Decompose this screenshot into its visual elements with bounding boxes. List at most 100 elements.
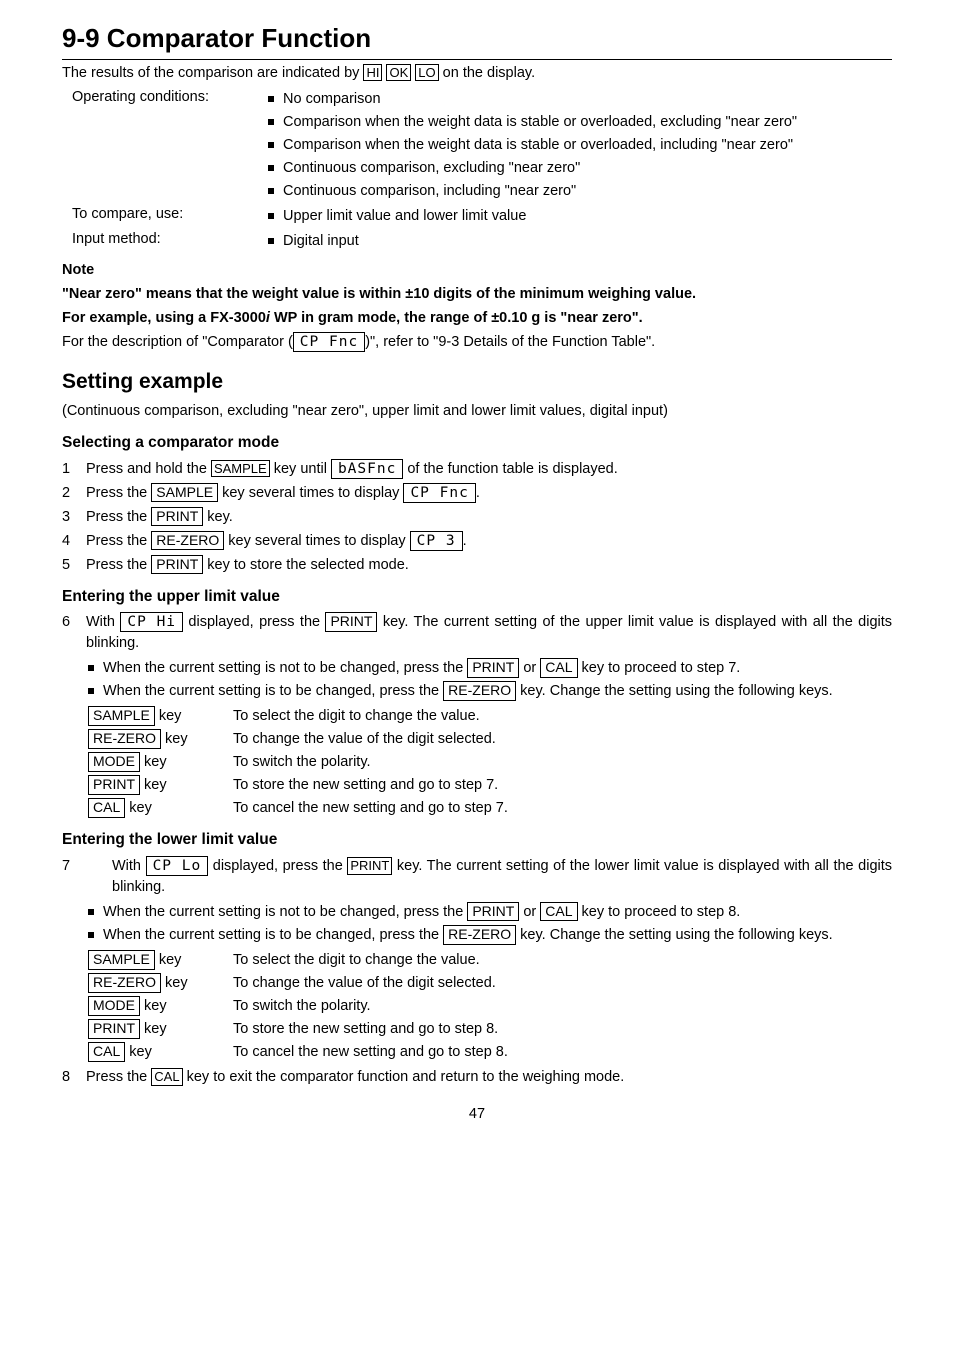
key-row: PRINT keyTo store the new setting and go…	[88, 1019, 892, 1040]
key-row: CAL keyTo cancel the new setting and go …	[88, 798, 892, 819]
cal-key: CAL	[88, 1042, 125, 1062]
bullet-icon	[268, 142, 274, 148]
step-5: 5 Press the PRINT key to store the selec…	[62, 555, 892, 576]
key-desc: To change the value of the digit selecte…	[233, 973, 496, 994]
key-desc: To store the new setting and go to step …	[233, 1019, 498, 1040]
key-row: RE-ZERO keyTo change the value of the di…	[88, 973, 892, 994]
indicator-ok: OK	[386, 64, 411, 82]
input-item: Digital input	[268, 231, 892, 252]
seg-display: CP Fnc	[293, 332, 365, 352]
key-desc: To switch the polarity.	[233, 996, 371, 1017]
note-line1: "Near zero" means that the weight value …	[62, 284, 892, 305]
step-2: 2 Press the SAMPLE key several times to …	[62, 483, 892, 504]
sample-key: SAMPLE	[88, 706, 155, 726]
intro-line: The results of the comparison are indica…	[62, 63, 892, 84]
key-row: SAMPLE keyTo select the digit to change …	[88, 950, 892, 971]
cond-text: No comparison	[283, 89, 381, 110]
seg-display: CP Hi	[120, 612, 183, 632]
intro-text-b: on the display.	[443, 65, 535, 81]
print-key: PRINT	[88, 1019, 140, 1039]
mode-key: MODE	[88, 996, 140, 1016]
key-desc: To switch the polarity.	[233, 752, 371, 773]
step-8: 8 Press the CAL key to exit the comparat…	[62, 1067, 892, 1088]
sample-key: SAMPLE	[88, 950, 155, 970]
seg-display: bASFnc	[331, 459, 403, 479]
cond-text: Continuous comparison, excluding "near z…	[283, 158, 580, 179]
sample-key: SAMPLE	[211, 460, 270, 478]
note-line3: For the description of "Comparator (CP F…	[62, 332, 892, 353]
indicator-hi: HI	[363, 64, 382, 82]
print-key: PRINT	[467, 658, 519, 678]
print-key: PRINT	[467, 902, 519, 922]
compare-text: Upper limit value and lower limit value	[283, 206, 526, 227]
key-desc: To store the new setting and go to step …	[233, 775, 498, 796]
bullet-icon	[268, 96, 274, 102]
step-4: 4 Press the RE-ZERO key several times to…	[62, 531, 892, 552]
selecting-mode-title: Selecting a comparator mode	[62, 432, 892, 454]
substep: When the current setting is not to be ch…	[88, 902, 892, 923]
cond-item: Continuous comparison, excluding "near z…	[268, 158, 892, 179]
bullet-icon	[88, 932, 94, 938]
indicator-lo: LO	[415, 64, 438, 82]
step-1: 1 Press and hold the SAMPLE key until bA…	[62, 459, 892, 480]
rezero-key: RE-ZERO	[88, 729, 161, 749]
page-title: 9-9 Comparator Function	[62, 20, 892, 60]
cond-text: Comparison when the weight data is stabl…	[283, 135, 793, 156]
bullet-icon	[268, 188, 274, 194]
mode-key: MODE	[88, 752, 140, 772]
to-compare-label: To compare, use:	[72, 204, 262, 229]
bullet-icon	[268, 119, 274, 125]
substep: When the current setting is to be change…	[88, 681, 892, 702]
bullet-icon	[268, 213, 274, 219]
substep: When the current setting is not to be ch…	[88, 658, 892, 679]
cond-item: Comparison when the weight data is stabl…	[268, 112, 892, 133]
print-key: PRINT	[151, 555, 203, 575]
rezero-key: RE-ZERO	[443, 681, 516, 701]
cal-key: CAL	[540, 658, 577, 678]
cond-text: Continuous comparison, including "near z…	[283, 181, 576, 202]
print-key: PRINT	[325, 612, 377, 632]
setting-example-title: Setting example	[62, 367, 892, 397]
sample-key: SAMPLE	[151, 483, 218, 503]
note-line2: For example, using a FX-3000i WP in gram…	[62, 308, 892, 329]
substep: When the current setting is to be change…	[88, 925, 892, 946]
key-row: PRINT keyTo store the new setting and go…	[88, 775, 892, 796]
key-desc: To select the digit to change the value.	[233, 706, 480, 727]
cond-text: Comparison when the weight data is stabl…	[283, 112, 797, 133]
note-heading: Note	[62, 260, 892, 281]
key-desc: To select the digit to change the value.	[233, 950, 480, 971]
cond-item: Continuous comparison, including "near z…	[268, 181, 892, 202]
bullet-icon	[88, 909, 94, 915]
print-key: PRINT	[88, 775, 140, 795]
bullet-icon	[88, 688, 94, 694]
lower-limit-title: Entering the lower limit value	[62, 829, 892, 851]
upper-limit-title: Entering the upper limit value	[62, 586, 892, 608]
step-6: 6 With CP Hi displayed, press the PRINT …	[62, 612, 892, 654]
seg-display: CP 3	[410, 531, 463, 551]
page-number: 47	[62, 1104, 892, 1125]
key-row: SAMPLE keyTo select the digit to change …	[88, 706, 892, 727]
key-row: MODE keyTo switch the polarity.	[88, 752, 892, 773]
rezero-key: RE-ZERO	[88, 973, 161, 993]
key-row: MODE keyTo switch the polarity.	[88, 996, 892, 1017]
print-key: PRINT	[151, 507, 203, 527]
cond-item: Comparison when the weight data is stabl…	[268, 135, 892, 156]
bullet-icon	[88, 665, 94, 671]
cal-key: CAL	[88, 798, 125, 818]
key-row: RE-ZERO keyTo change the value of the di…	[88, 729, 892, 750]
intro-text-a: The results of the comparison are indica…	[62, 65, 363, 81]
seg-display: CP Lo	[146, 856, 209, 876]
key-desc: To change the value of the digit selecte…	[233, 729, 496, 750]
key-desc: To cancel the new setting and go to step…	[233, 1042, 508, 1063]
cal-key: CAL	[151, 1068, 182, 1086]
bullet-icon	[268, 165, 274, 171]
compare-item: Upper limit value and lower limit value	[268, 206, 892, 227]
key-desc: To cancel the new setting and go to step…	[233, 798, 508, 819]
rezero-key: RE-ZERO	[443, 925, 516, 945]
step-3: 3 Press the PRINT key.	[62, 507, 892, 528]
print-key: PRINT	[347, 857, 392, 875]
key-row: CAL keyTo cancel the new setting and go …	[88, 1042, 892, 1063]
rezero-key: RE-ZERO	[151, 531, 224, 551]
step-7: 7 With CP Lo displayed, press the PRINT …	[62, 856, 892, 898]
bullet-icon	[268, 238, 274, 244]
